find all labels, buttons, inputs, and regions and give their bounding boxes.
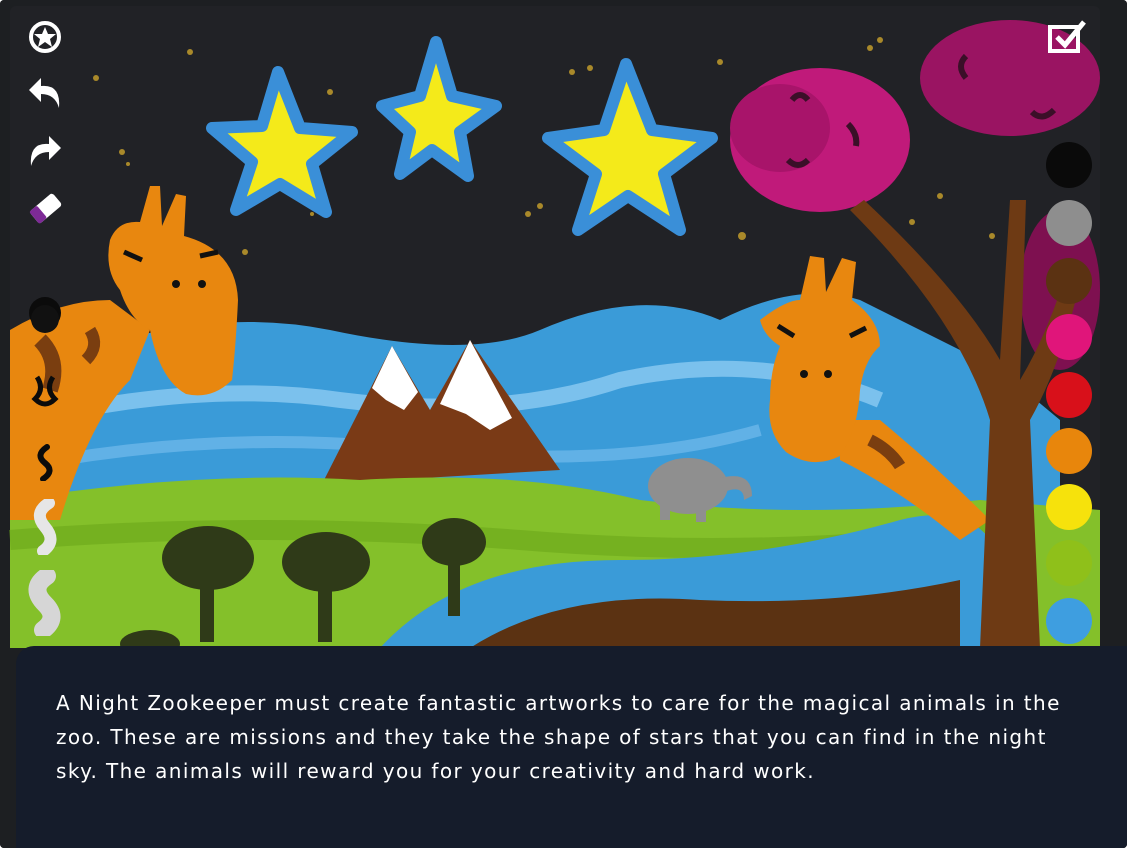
brush-size-4[interactable] (22, 499, 68, 555)
color-swatch-red[interactable] (1046, 372, 1092, 418)
undo-icon[interactable] (22, 70, 68, 116)
color-swatch-yellow[interactable] (1046, 484, 1092, 530)
color-swatch-blue[interactable] (1046, 598, 1092, 644)
color-swatch-grey[interactable] (1046, 200, 1092, 246)
eraser-icon[interactable] (22, 186, 68, 232)
info-panel: A Night Zookeeper must create fantastic … (16, 646, 1127, 848)
color-swatch-black[interactable] (1046, 142, 1092, 188)
brush-size-3[interactable] (22, 438, 68, 484)
magic-wand-icon[interactable] (22, 14, 68, 60)
color-swatch-pink[interactable] (1046, 314, 1092, 360)
redo-icon[interactable] (22, 128, 68, 174)
checkbox-done-icon[interactable] (1044, 16, 1090, 58)
brush-size-2[interactable] (22, 366, 68, 412)
brush-size-1[interactable] (22, 292, 68, 338)
color-palette (1044, 142, 1096, 652)
color-swatch-orange[interactable] (1046, 428, 1092, 474)
tool-sidebar (22, 14, 72, 654)
drawing-app-window: A Night Zookeeper must create fantastic … (0, 0, 1127, 848)
brush-size-5[interactable] (22, 570, 68, 636)
color-swatch-brown[interactable] (1046, 258, 1092, 304)
color-swatch-green[interactable] (1046, 540, 1092, 586)
info-text: A Night Zookeeper must create fantastic … (56, 691, 1061, 783)
